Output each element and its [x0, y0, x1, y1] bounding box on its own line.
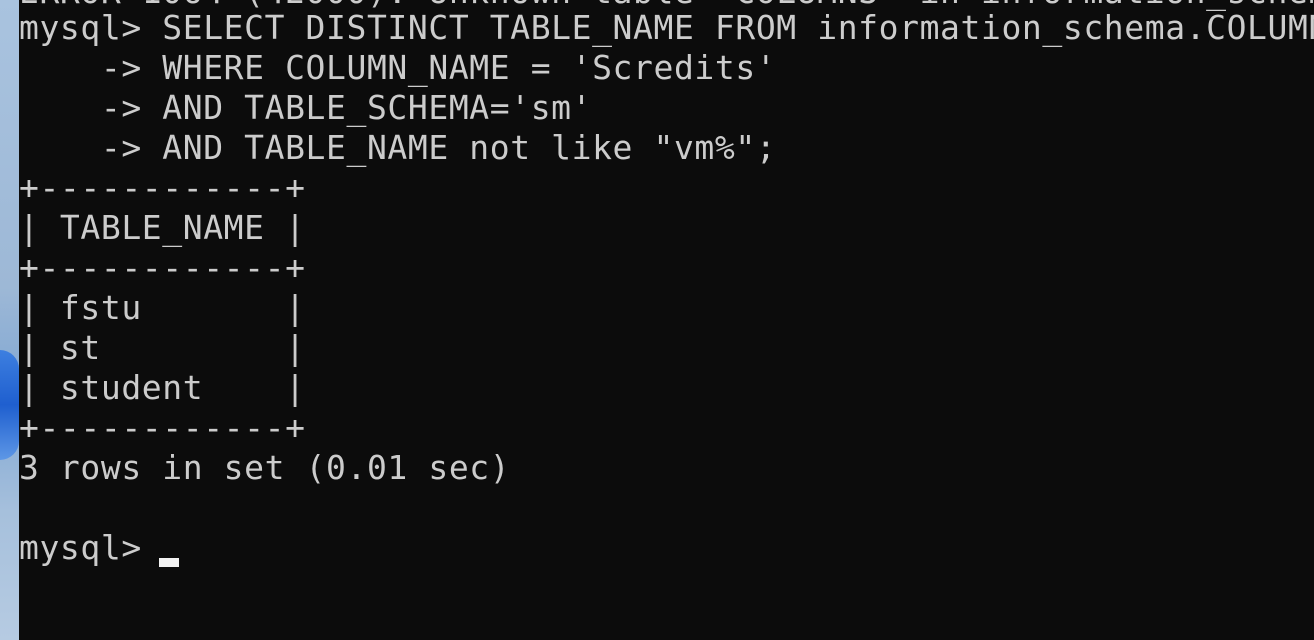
wallpaper-shape: [0, 350, 19, 460]
desktop-background-strip: [0, 0, 19, 640]
terminal-line-query-continuation: -> AND TABLE_SCHEMA='sm': [19, 88, 593, 127]
result-summary: 3 rows in set (0.01 sec): [19, 448, 511, 487]
terminal-line-query-continuation: -> AND TABLE_NAME not like "vm%";: [19, 128, 777, 167]
result-table-border: +------------+: [19, 248, 306, 287]
terminal-window[interactable]: ERROR 1064 (42000): Unknown table 'COLUM…: [19, 0, 1314, 640]
result-table-row: | st |: [19, 328, 306, 367]
result-table-row: | student |: [19, 368, 306, 407]
result-table-row: | fstu |: [19, 288, 306, 327]
result-table-border: +------------+: [19, 408, 306, 447]
terminal-line-query-continuation: -> WHERE COLUMN_NAME = 'Scredits': [19, 48, 777, 87]
text-cursor: [159, 558, 179, 567]
result-table-header: | TABLE_NAME |: [19, 208, 306, 247]
result-table-border: +------------+: [19, 168, 306, 207]
command-prompt[interactable]: mysql>: [19, 528, 162, 568]
terminal-line-query: mysql> SELECT DISTINCT TABLE_NAME FROM i…: [19, 8, 1314, 47]
